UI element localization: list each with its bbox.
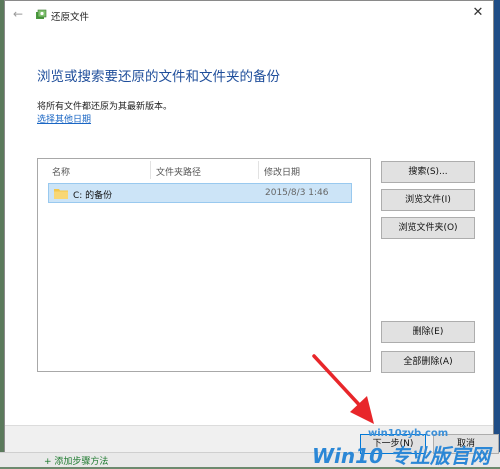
close-button[interactable]: ✕ (469, 5, 487, 21)
browse-folders-button[interactable]: 浏览文件夹(O) (381, 217, 475, 239)
site-watermark: win10zyb.com Win10 专业版官网 (312, 428, 500, 468)
column-divider (150, 161, 151, 179)
browse-files-button[interactable]: 浏览文件(I) (381, 189, 475, 211)
backup-modified-date: 2015/8/3 1:46 (265, 188, 329, 198)
page-heading: 浏览或搜索要还原的文件和文件夹的备份 (37, 69, 280, 85)
delete-all-button[interactable]: 全部删除(A) (381, 351, 475, 373)
watermark-brand: Win10 专业版官网 (312, 444, 490, 468)
restore-app-icon (36, 9, 47, 19)
choose-other-date-link[interactable]: 选择其他日期 (37, 112, 91, 125)
page-description: 将所有文件都还原为其最新版本。 (37, 102, 173, 112)
delete-button[interactable]: 删除(E) (381, 321, 475, 343)
backup-file-list[interactable]: 名称 文件夹路径 修改日期 C: 的备份 2015/8/3 1:46 (37, 158, 371, 372)
search-button[interactable]: 搜索(S)... (381, 161, 475, 183)
folder-icon (54, 189, 68, 199)
background-step-text: + 添加步骤方法 (44, 457, 109, 467)
back-button[interactable]: ← (11, 7, 25, 21)
list-item[interactable]: C: 的备份 2015/8/3 1:46 (48, 183, 352, 203)
watermark-url: win10zyb.com (368, 428, 449, 439)
desktop-background-right (494, 0, 500, 466)
backup-name: C: 的备份 (73, 191, 113, 201)
title-bar: ← 还原文件 ✕ (5, 1, 493, 29)
restore-files-dialog: ← 还原文件 ✕ 浏览或搜索要还原的文件和文件夹的备份 将所有文件都还原为其最新… (4, 0, 499, 454)
column-header-path[interactable]: 文件夹路径 (156, 165, 201, 178)
window-title: 还原文件 (51, 12, 90, 23)
column-divider (258, 161, 259, 179)
column-header-name[interactable]: 名称 (52, 165, 70, 178)
column-header-modified[interactable]: 修改日期 (264, 165, 300, 178)
